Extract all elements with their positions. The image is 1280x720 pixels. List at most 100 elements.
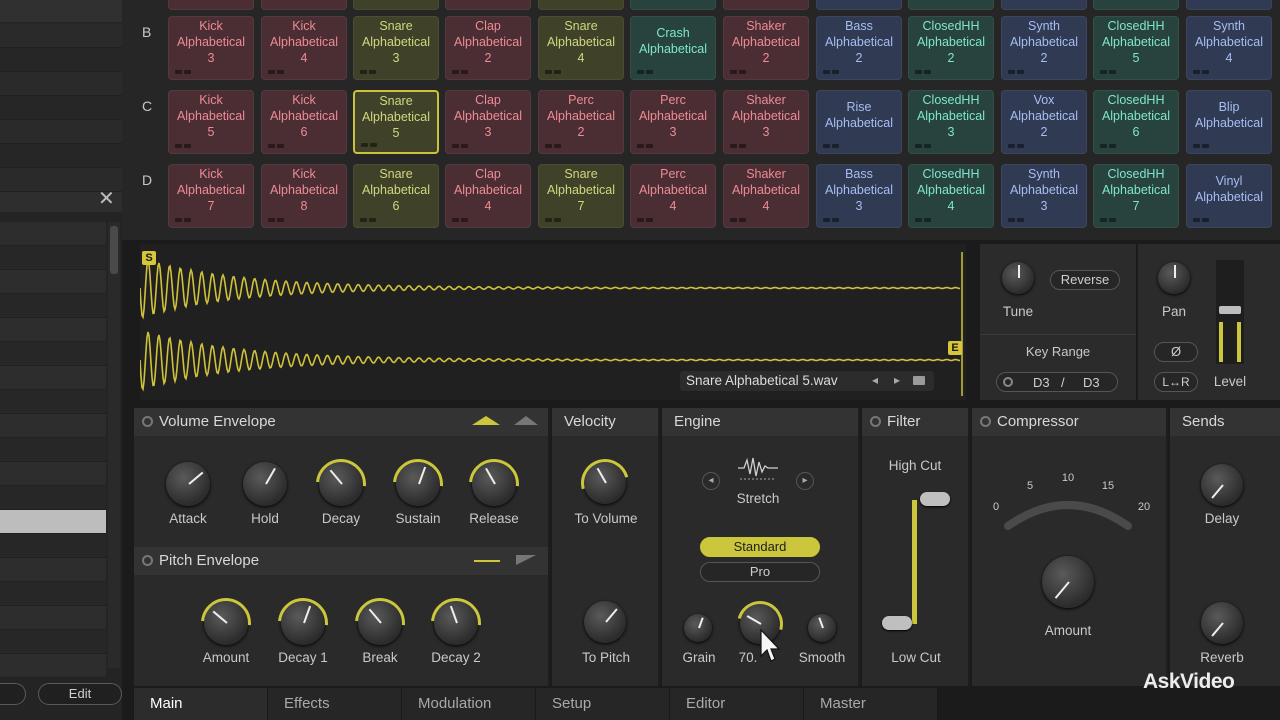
pad[interactable]: Snare Alphabetical 5 <box>353 90 439 154</box>
pad[interactable]: Snare Alphabetical 7 <box>538 164 624 228</box>
edit-button[interactable]: Edit <box>38 683 122 705</box>
pad[interactable]: Synth Alphabetical 2 <box>1001 16 1087 80</box>
pad[interactable]: Shaker Alphabetical 2 <box>723 16 809 80</box>
sidebar-file-row[interactable] <box>0 222 106 246</box>
hold-knob[interactable] <box>243 462 287 506</box>
pad-row-a[interactable] <box>445 0 531 10</box>
start-marker[interactable]: S <box>142 251 156 265</box>
pad[interactable]: Clap Alphabetical 4 <box>445 164 531 228</box>
pitch-envelope-power-icon[interactable] <box>142 555 153 566</box>
tab-setup[interactable]: Setup <box>536 688 670 720</box>
delay-send-knob[interactable] <box>1201 464 1243 506</box>
sidebar-row[interactable] <box>0 0 122 22</box>
pad-row-a[interactable] <box>1093 0 1179 10</box>
compressor-amount-knob[interactable] <box>1042 556 1094 608</box>
pad[interactable]: Crash Alphabetical <box>630 16 716 80</box>
high-cut-handle[interactable] <box>920 492 950 506</box>
pad[interactable]: Synth Alphabetical 3 <box>1001 164 1087 228</box>
sidebar-list-row[interactable] <box>0 144 122 168</box>
pad[interactable]: ClosedHH Alphabetical 4 <box>908 164 994 228</box>
low-cut-handle[interactable] <box>882 616 912 630</box>
sustain-knob[interactable] <box>396 462 440 506</box>
envelope-shape-b-icon[interactable] <box>514 416 538 425</box>
sidebar-file-row[interactable] <box>0 558 106 582</box>
sidebar-file-row[interactable] <box>0 390 106 414</box>
sample-file-box[interactable]: Snare Alphabetical 5.wav ◂ ▸ <box>680 371 934 391</box>
pad-row-a[interactable] <box>816 0 902 10</box>
pad-row-a[interactable] <box>168 0 254 10</box>
sidebar-file-row[interactable] <box>0 486 106 510</box>
velocity-to-pitch-knob[interactable] <box>584 601 626 643</box>
release-knob[interactable] <box>472 462 516 506</box>
pad-row-a[interactable] <box>1001 0 1087 10</box>
tab-effects[interactable]: Effects <box>268 688 402 720</box>
engine-prev-mode-button[interactable]: ◂ <box>702 472 720 490</box>
sidebar-list-row[interactable] <box>0 120 122 144</box>
standard-button[interactable]: Standard <box>700 537 820 557</box>
sidebar-scroll-thumb[interactable] <box>110 226 118 274</box>
smooth-knob[interactable] <box>808 614 836 642</box>
sidebar-file-row[interactable] <box>0 294 106 318</box>
prev-sample-button[interactable]: ◂ <box>872 373 878 387</box>
grain-knob[interactable] <box>684 614 712 642</box>
reverse-button[interactable]: Reverse <box>1050 270 1120 290</box>
pad[interactable]: Vinyl Alphabetical <box>1186 164 1272 228</box>
tab-editor[interactable]: Editor <box>670 688 804 720</box>
sidebar-file-row[interactable] <box>0 366 106 390</box>
pad[interactable]: Kick Alphabetical 8 <box>261 164 347 228</box>
pan-knob[interactable] <box>1158 262 1190 294</box>
key-range-field[interactable]: D3 / D3 <box>996 372 1118 392</box>
pad[interactable]: Shaker Alphabetical 4 <box>723 164 809 228</box>
sidebar-file-row[interactable] <box>0 582 106 606</box>
pad-row-a[interactable] <box>630 0 716 10</box>
pad[interactable]: Kick Alphabetical 3 <box>168 16 254 80</box>
attack-knob[interactable] <box>166 462 210 506</box>
filter-power-icon[interactable] <box>870 416 881 427</box>
pitch-shape-a-icon[interactable] <box>474 560 500 562</box>
pad[interactable]: Kick Alphabetical 6 <box>261 90 347 154</box>
phase-button[interactable]: Ø <box>1154 342 1198 362</box>
decay-1-knob[interactable] <box>281 601 325 645</box>
pro-button[interactable]: Pro <box>700 562 820 582</box>
sidebar-list-row[interactable] <box>0 24 122 48</box>
pad[interactable]: Snare Alphabetical 6 <box>353 164 439 228</box>
pad[interactable]: Blip Alphabetical <box>1186 90 1272 154</box>
sidebar-list-row[interactable] <box>0 48 122 72</box>
sidebar-file-row[interactable] <box>0 654 106 678</box>
sidebar-list-row[interactable] <box>0 168 122 192</box>
sidebar-file-row[interactable] <box>0 438 106 462</box>
sidebar-file-row[interactable] <box>0 534 106 558</box>
next-sample-button[interactable]: ▸ <box>894 373 900 387</box>
pad[interactable]: ClosedHH Alphabetical 5 <box>1093 16 1179 80</box>
pad[interactable]: ClosedHH Alphabetical 3 <box>908 90 994 154</box>
pad-row-a[interactable] <box>538 0 624 10</box>
sidebar-file-row[interactable] <box>0 246 106 270</box>
pad-row-a[interactable] <box>1186 0 1272 10</box>
sidebar-list-row[interactable] <box>0 72 122 96</box>
pad[interactable]: ClosedHH Alphabetical 7 <box>1093 164 1179 228</box>
level-fader-handle[interactable] <box>1219 306 1241 314</box>
compressor-power-icon[interactable] <box>980 416 991 427</box>
pad[interactable]: Bass Alphabetical 2 <box>816 16 902 80</box>
pad[interactable]: ClosedHH Alphabetical 2 <box>908 16 994 80</box>
pad[interactable]: Shaker Alphabetical 3 <box>723 90 809 154</box>
pad[interactable]: Clap Alphabetical 3 <box>445 90 531 154</box>
decay-2-knob[interactable] <box>434 601 478 645</box>
folder-icon[interactable] <box>913 376 925 385</box>
volume-envelope-power-icon[interactable] <box>142 416 153 427</box>
decay-knob[interactable] <box>319 462 363 506</box>
pad-row-a[interactable] <box>723 0 809 10</box>
pad-row-a[interactable] <box>261 0 347 10</box>
engine-next-mode-button[interactable]: ▸ <box>796 472 814 490</box>
sidebar-file-row[interactable] <box>0 342 106 366</box>
sidebar-file-row[interactable] <box>0 606 106 630</box>
pitch-shape-b-icon[interactable] <box>516 555 536 565</box>
pad[interactable]: Perc Alphabetical 4 <box>630 164 716 228</box>
reverb-send-knob[interactable] <box>1201 602 1243 644</box>
pad[interactable]: Kick Alphabetical 7 <box>168 164 254 228</box>
tab-main[interactable]: Main <box>134 688 268 720</box>
sidebar-file-row[interactable] <box>0 462 106 486</box>
pad[interactable]: Kick Alphabetical 4 <box>261 16 347 80</box>
pad[interactable]: Bass Alphabetical 3 <box>816 164 902 228</box>
pad-row-a[interactable] <box>353 0 439 10</box>
